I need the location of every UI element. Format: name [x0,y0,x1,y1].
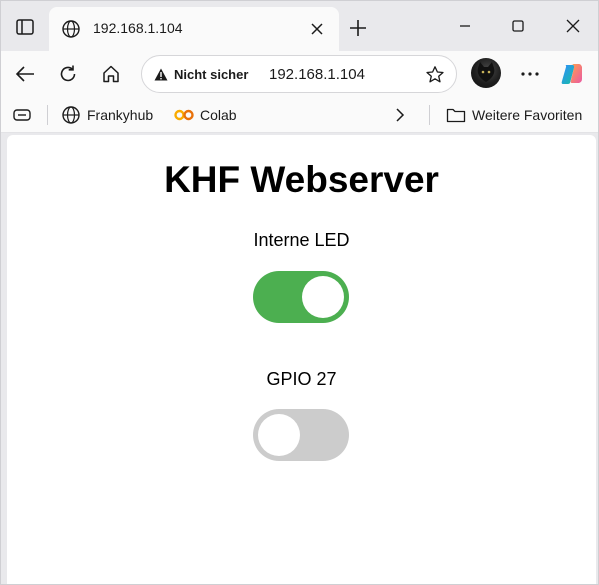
home-button[interactable] [96,59,126,89]
favorites-overflow-button[interactable] [395,104,405,126]
web-page-content: KHF Webserver Interne LED GPIO 27 [7,135,596,584]
toggle-knob [258,414,300,456]
maximize-icon [512,20,524,32]
cat-avatar-icon [477,62,495,82]
favorites-separator [47,105,48,125]
close-icon [566,19,580,33]
maximize-button[interactable] [498,11,538,41]
reload-icon [60,65,76,82]
more-options-button[interactable] [515,59,545,89]
globe-icon [62,106,80,124]
window-close-button[interactable] [553,11,593,41]
immersive-reader-button[interactable] [13,104,31,126]
minimize-button[interactable] [445,11,485,41]
tab-title: 192.168.1.104 [93,20,183,36]
copilot-icon[interactable] [559,61,585,87]
colab-icon [174,109,194,121]
address-bar[interactable]: Nicht sicher 192.168.1.104 [141,55,457,93]
other-favorites-label: Weitere Favoriten [472,107,583,123]
favorite-label: Colab [200,107,237,123]
warning-icon [154,68,168,81]
favorite-label: Frankyhub [87,107,154,123]
reader-icon [13,109,31,121]
toggle-switch-gpio-27[interactable] [253,409,349,461]
more-horizontal-icon [521,72,539,76]
security-status-label[interactable]: Nicht sicher [174,67,248,82]
toggle-switch-interne-led[interactable] [253,271,349,323]
favorite-frankyhub[interactable]: Frankyhub [61,104,153,126]
browser-window: 192.168.1.104 Nicht sicher 192.168.1.104… [0,0,599,585]
home-icon [103,65,119,83]
profile-avatar[interactable] [471,58,501,88]
favorite-star-button[interactable] [424,64,446,86]
page-title: KHF Webserver [164,159,439,200]
switch-label-gpio-27: GPIO 27 [266,369,337,389]
navigation-toolbar: Nicht sicher 192.168.1.104 [1,51,598,97]
star-icon [426,66,444,83]
new-tab-button[interactable] [344,14,372,42]
back-button[interactable] [10,59,40,89]
globe-icon [62,20,80,38]
favorites-separator [429,105,430,125]
favorites-bar: Frankyhub Colab Weitere Favoriten [1,97,598,133]
chevron-right-icon [396,108,405,122]
reload-button[interactable] [53,59,83,89]
other-favorites-folder[interactable]: Weitere Favoriten [446,104,582,126]
folder-icon [446,108,466,123]
favorite-colab[interactable]: Colab [174,104,237,126]
arrow-left-icon [15,66,34,82]
toggle-knob [302,276,344,318]
tab-close-button[interactable] [307,19,327,39]
close-icon [311,23,323,35]
tab-actions-icon [16,19,34,35]
switch-label-interne-led: Interne LED [253,230,350,250]
tab-actions-button[interactable] [9,13,41,41]
active-tab[interactable]: 192.168.1.104 [49,7,339,51]
plus-icon [350,20,366,36]
url-text[interactable]: 192.168.1.104 [269,66,365,83]
minimize-icon [460,25,470,27]
tab-strip: 192.168.1.104 [1,1,598,51]
